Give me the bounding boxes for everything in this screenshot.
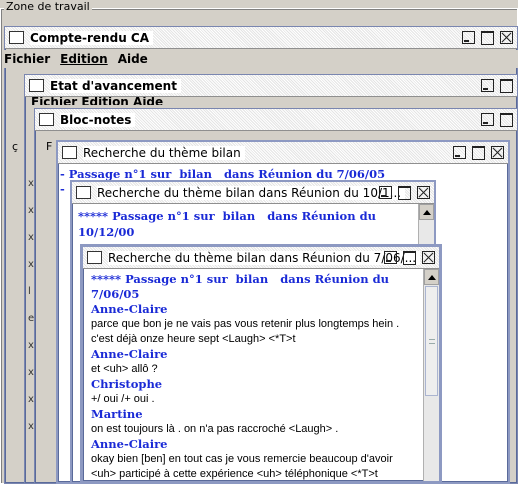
utterance-text: et <uh> allô ? xyxy=(91,363,158,375)
titlebar-etat[interactable]: Etat d'avancement xyxy=(25,75,517,97)
close-icon[interactable] xyxy=(422,251,435,264)
maximize-icon[interactable] xyxy=(398,186,411,200)
titlebar-recherche-1[interactable]: Recherche du thème bilan xyxy=(58,142,508,164)
window-icon xyxy=(87,251,102,264)
window-icon xyxy=(29,79,44,92)
close-icon[interactable] xyxy=(500,31,513,44)
menu-edition[interactable]: Edition xyxy=(60,52,108,66)
scroll-thumb[interactable] xyxy=(425,286,438,396)
menu-fichier[interactable]: Fichier xyxy=(4,52,50,66)
window-icon xyxy=(76,186,91,199)
left-fragment-mark-1: ç xyxy=(12,140,19,153)
speaker-name: Anne-Claire xyxy=(91,347,168,361)
passage-header: ***** Passage n°1 sur bilan dans Réunion… xyxy=(91,272,389,286)
speaker-name: Martine xyxy=(91,407,143,421)
window-title: Compte-rendu CA xyxy=(30,30,154,45)
utterance-text: parce que bon je ne vais pas vous reteni… xyxy=(91,318,400,345)
maximize-icon[interactable] xyxy=(472,146,485,160)
passage-header: ***** Passage n°1 sur bilan dans Réunion… xyxy=(78,209,376,223)
maximize-icon[interactable] xyxy=(500,113,513,127)
utterance-text: okay bien [ben] en tout cas je vous reme… xyxy=(91,453,393,480)
minimize-icon[interactable] xyxy=(379,186,392,199)
left-fragments: xxxxlexxxx xyxy=(28,178,35,432)
window-recherche-3[interactable]: Recherche du thème bilan dans Réunion du… xyxy=(80,244,442,484)
speaker-name: Anne-Claire xyxy=(91,437,168,451)
window-title: Recherche du thème bilan dans Réunion du… xyxy=(108,250,421,265)
transcript-content: ***** Passage n°1 sur bilan dans Réunion… xyxy=(87,270,421,481)
vertical-scrollbar[interactable] xyxy=(423,269,439,481)
left-fragment-mark-2: F xyxy=(46,140,53,153)
window-icon xyxy=(62,146,77,159)
titlebar-compte-rendu[interactable]: Compte-rendu CA xyxy=(5,27,517,49)
utterance-text: on est toujours là . on n'a pas raccroch… xyxy=(91,423,339,435)
scroll-up-icon[interactable] xyxy=(419,204,434,220)
passage-date: 7/06/05 xyxy=(91,287,140,301)
menubar-compte-rendu: Fichier Edition Aide xyxy=(2,50,518,68)
maximize-icon[interactable] xyxy=(403,251,416,265)
window-icon xyxy=(9,31,24,44)
minimize-icon[interactable] xyxy=(481,113,494,126)
etat-menubar-partial: Fichier Edition Aide xyxy=(31,97,164,105)
speaker-name: Christophe xyxy=(91,377,163,391)
close-icon[interactable] xyxy=(491,146,504,159)
scroll-up-icon[interactable] xyxy=(424,269,439,285)
titlebar-bloc-notes[interactable]: Bloc-notes xyxy=(35,109,517,131)
menu-aide[interactable]: Aide xyxy=(118,52,148,66)
close-icon[interactable] xyxy=(417,186,430,199)
passage-date: 10/12/00 xyxy=(78,225,135,239)
window-title: Bloc-notes xyxy=(60,112,136,127)
passage-line-2: - xyxy=(60,182,65,196)
window-title: Recherche du thème bilan dans Réunion du… xyxy=(97,185,406,200)
speaker-name: Anne-Claire xyxy=(91,302,168,316)
workspace-label: Zone de travail xyxy=(4,0,92,13)
maximize-icon[interactable] xyxy=(500,79,513,93)
minimize-icon[interactable] xyxy=(481,79,494,92)
minimize-icon[interactable] xyxy=(384,251,397,264)
utterance-text: +/ oui /+ oui . xyxy=(91,393,155,405)
minimize-icon[interactable] xyxy=(462,31,475,44)
window-title: Etat d'avancement xyxy=(50,78,181,93)
maximize-icon[interactable] xyxy=(481,31,494,45)
minimize-icon[interactable] xyxy=(453,146,466,159)
titlebar-recherche-3[interactable]: Recherche du thème bilan dans Réunion du… xyxy=(83,247,439,269)
window-title: Recherche du thème bilan xyxy=(83,145,245,160)
window-icon xyxy=(39,113,54,126)
titlebar-recherche-2[interactable]: Recherche du thème bilan dans Réunion du… xyxy=(72,182,434,204)
